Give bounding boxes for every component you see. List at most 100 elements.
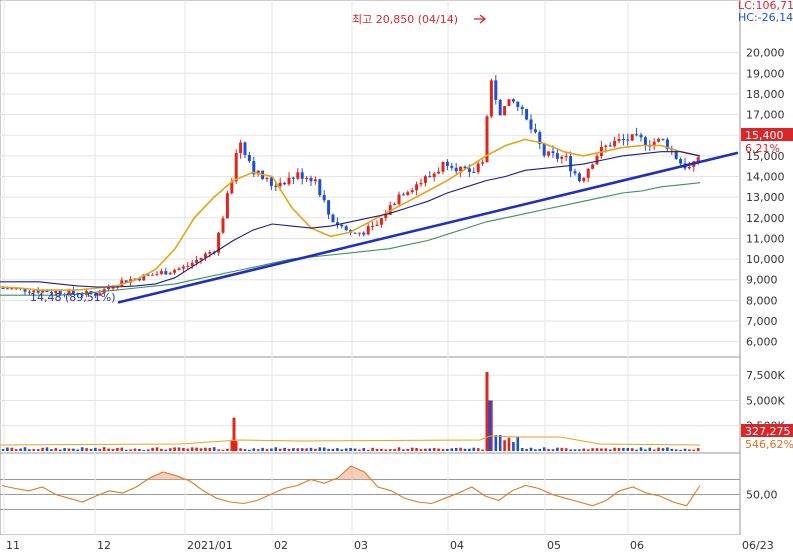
volume-bar: [639, 447, 643, 451]
candle-body: [283, 182, 287, 185]
volume-bar: [472, 447, 476, 451]
volume-bar: [195, 447, 198, 451]
volume-bar: [468, 448, 471, 451]
volume-bar: [415, 448, 418, 451]
candle-body: [569, 156, 573, 172]
oscillator-y-tick: 50,00: [746, 489, 778, 502]
volume-bar: [424, 448, 427, 451]
candle-body: [353, 232, 357, 234]
candle-body: [239, 142, 243, 154]
x-axis-tick: 11: [6, 539, 20, 552]
candle-body: [613, 140, 617, 147]
candle-body: [573, 171, 577, 174]
volume-bar: [520, 448, 524, 451]
candle-body: [582, 177, 586, 182]
candle-body: [441, 161, 445, 172]
price-y-tick: 17,000: [746, 109, 785, 122]
volume-bar: [10, 447, 14, 451]
price-y-tick: 10,000: [746, 253, 785, 266]
candle-body: [419, 182, 423, 185]
candle-body: [164, 271, 168, 275]
candle-body: [287, 177, 291, 185]
candle-body: [679, 159, 683, 164]
volume-bar: [322, 447, 326, 451]
candle-body: [155, 273, 159, 275]
volume-bar: [107, 448, 110, 451]
volume-bar: [454, 447, 458, 451]
candle-body: [696, 157, 700, 162]
volume-bar: [481, 449, 484, 451]
volume-bar: [287, 448, 291, 451]
volume-bar: [683, 448, 687, 451]
volume-bar: [591, 448, 594, 451]
volume-bar: [560, 447, 564, 451]
volume-bar: [582, 448, 586, 451]
price-y-tick: 8,000: [746, 294, 778, 307]
volume-bar: [252, 448, 256, 451]
volume-bar: [54, 448, 58, 451]
price-y-tick: 12,000: [746, 212, 785, 225]
candle-body: [643, 137, 647, 146]
volume-bar: [657, 447, 660, 451]
volume-bar: [410, 447, 414, 451]
volume-bar: [498, 435, 502, 451]
volume-bar: [36, 449, 40, 451]
volume-bar: [459, 447, 462, 451]
volume-bar: [608, 449, 612, 451]
volume-bar: [243, 449, 247, 451]
volume-bar: [283, 447, 286, 451]
candle-body: [406, 192, 410, 196]
volume-bar: [353, 448, 357, 451]
price-y-tick: 18,000: [746, 88, 785, 101]
candle-body: [107, 287, 111, 290]
candle-body: [415, 184, 419, 191]
price-y-tick: 9,000: [746, 274, 778, 287]
volume-bar: [32, 449, 36, 451]
volume-bar: [450, 448, 454, 451]
candle-body: [300, 172, 304, 179]
volume-bar: [525, 448, 528, 451]
volume-bar: [538, 448, 542, 451]
candle-body: [208, 251, 212, 254]
candle-body: [630, 134, 634, 141]
candle-body: [177, 268, 181, 271]
x-axis-tick: 03: [354, 539, 368, 552]
volume-bar: [578, 449, 581, 451]
candle-body: [274, 185, 278, 187]
x-axis-band: [0, 535, 793, 554]
candle-body: [221, 218, 225, 233]
candle-body: [168, 272, 172, 275]
volume-bar: [534, 449, 537, 451]
candle-body: [362, 232, 366, 235]
x-axis-tick: 05: [547, 539, 561, 552]
volume-bar: [186, 448, 190, 451]
volume-bar: [300, 448, 304, 451]
candle-body: [476, 163, 480, 173]
volume-bar: [644, 449, 647, 451]
candle-body: [533, 129, 537, 133]
volume-bar: [204, 447, 207, 451]
volume-bar: [617, 448, 621, 451]
candle-body: [454, 167, 458, 172]
volume-bar: [507, 437, 511, 451]
volume-bar: [124, 449, 128, 451]
candle-body: [555, 153, 559, 159]
volume-bar: [98, 448, 102, 451]
volume-bar: [305, 448, 308, 451]
volume-bar: [138, 449, 141, 451]
candle-body: [410, 190, 414, 193]
candle-body: [586, 168, 590, 178]
candle-body: [595, 156, 599, 165]
candle-body: [243, 142, 247, 155]
x-axis-tick: 06: [630, 539, 644, 552]
volume-bar: [362, 448, 366, 451]
volume-bar: [529, 447, 533, 451]
candle-body: [432, 173, 436, 178]
volume-bar: [600, 448, 603, 451]
candle-body: [617, 139, 621, 141]
candle-body: [547, 151, 551, 156]
candle-body: [661, 138, 665, 140]
candle-body: [639, 134, 643, 138]
volume-bar: [652, 449, 656, 451]
volume-bar: [76, 449, 80, 451]
